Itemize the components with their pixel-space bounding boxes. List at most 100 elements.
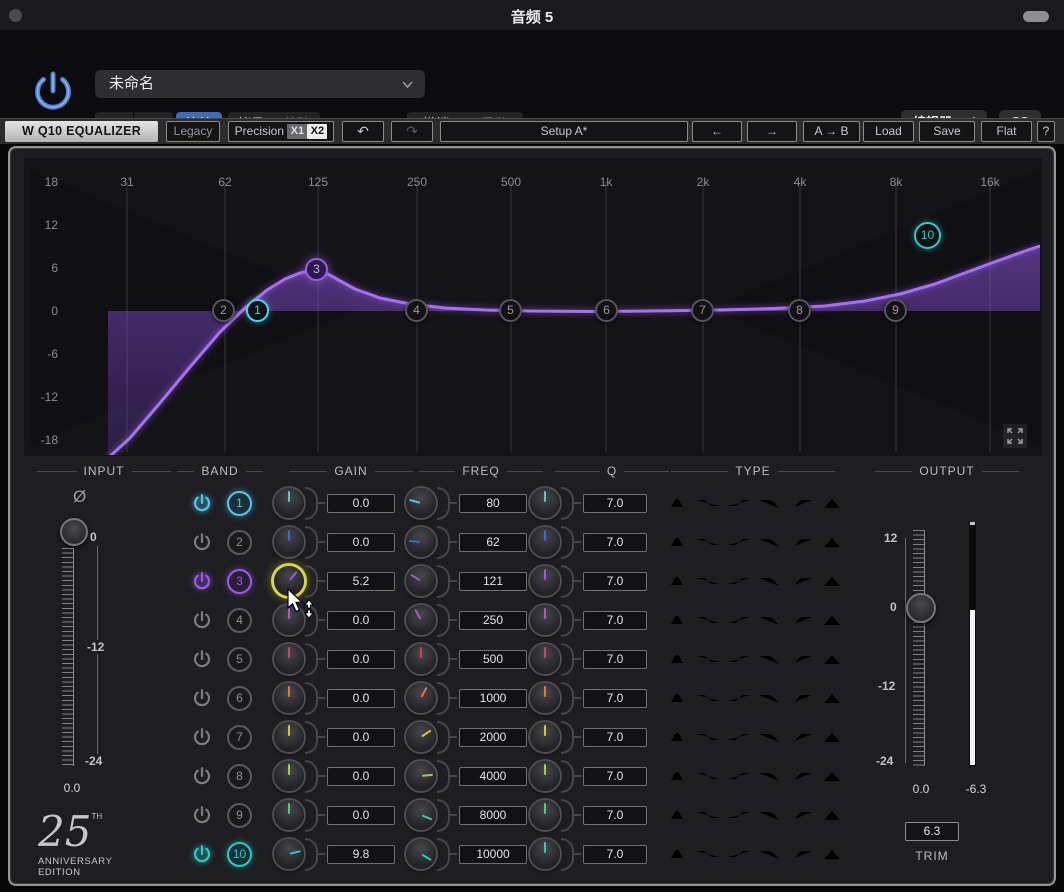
band-power-button[interactable]: [191, 726, 213, 748]
low-shelf-icon[interactable]: [696, 691, 720, 705]
high-pass-icon[interactable]: [789, 808, 813, 822]
q-value[interactable]: 7.0: [583, 650, 647, 669]
band-power-button[interactable]: [191, 648, 213, 670]
gain-knob[interactable]: [274, 527, 304, 557]
band-select-button[interactable]: 8: [227, 764, 252, 789]
low-pass-icon[interactable]: [758, 847, 782, 861]
q-knob[interactable]: [530, 644, 560, 674]
q-value[interactable]: 7.0: [583, 767, 647, 786]
gain-value[interactable]: 0.0: [327, 767, 395, 786]
freq-knob[interactable]: [406, 800, 436, 830]
band-select-button[interactable]: 1: [227, 491, 252, 516]
bell-icon[interactable]: [665, 535, 689, 549]
high-pass-icon[interactable]: [789, 496, 813, 510]
band-power-button[interactable]: [191, 687, 213, 709]
bell-icon[interactable]: [665, 691, 689, 705]
bell-icon[interactable]: [665, 769, 689, 783]
low-shelf-icon[interactable]: [696, 652, 720, 666]
setup-select[interactable]: Setup A*: [440, 121, 688, 142]
freq-knob[interactable]: [406, 527, 436, 557]
band-1-graph-handle[interactable]: 1: [246, 299, 269, 322]
next-setup-button[interactable]: →: [747, 121, 797, 142]
bell-icon[interactable]: [665, 574, 689, 588]
q-value[interactable]: 7.0: [583, 689, 647, 708]
band-select-button[interactable]: 7: [227, 725, 252, 750]
high-shelf-icon[interactable]: [727, 847, 751, 861]
redo-toolbar-button[interactable]: ↷: [391, 121, 433, 142]
load-button[interactable]: Load: [863, 121, 914, 142]
low-shelf-icon[interactable]: [696, 808, 720, 822]
high-pass-icon[interactable]: [789, 574, 813, 588]
q-knob[interactable]: [530, 839, 560, 869]
band-power-button[interactable]: [191, 843, 213, 865]
q-knob[interactable]: [530, 722, 560, 752]
band-8-graph-handle[interactable]: 8: [788, 299, 811, 322]
low-shelf-icon[interactable]: [696, 496, 720, 510]
band-select-button[interactable]: 2: [227, 530, 252, 555]
band-select-button[interactable]: 9: [227, 803, 252, 828]
prev-setup-button[interactable]: ←: [692, 121, 742, 142]
q-value[interactable]: 7.0: [583, 845, 647, 864]
bell-icon[interactable]: [665, 808, 689, 822]
bell-icon[interactable]: [665, 613, 689, 627]
low-pass-icon[interactable]: [758, 691, 782, 705]
high-shelf-icon[interactable]: [727, 769, 751, 783]
help-button[interactable]: ?: [1037, 121, 1055, 142]
flat-button[interactable]: Flat: [981, 121, 1032, 142]
low-shelf-icon[interactable]: [696, 769, 720, 783]
low-pass-icon[interactable]: [758, 808, 782, 822]
freq-value[interactable]: 80: [459, 494, 527, 513]
gain-value[interactable]: 0.0: [327, 611, 395, 630]
freq-knob[interactable]: [406, 839, 436, 869]
band-2-graph-handle[interactable]: 2: [212, 299, 235, 322]
gain-value[interactable]: 0.0: [327, 650, 395, 669]
bell-icon[interactable]: [665, 496, 689, 510]
freq-value[interactable]: 121: [459, 572, 527, 591]
gain-knob[interactable]: [274, 722, 304, 752]
band-select-button[interactable]: 10: [227, 842, 252, 867]
freq-value[interactable]: 62: [459, 533, 527, 552]
freq-value[interactable]: 10000: [459, 845, 527, 864]
bell-icon[interactable]: [665, 652, 689, 666]
low-pass-icon[interactable]: [758, 730, 782, 744]
high-pass-icon[interactable]: [789, 652, 813, 666]
band-3-graph-handle[interactable]: 3: [305, 258, 328, 281]
band-6-graph-handle[interactable]: 6: [595, 299, 618, 322]
band-10-graph-handle[interactable]: 10: [914, 222, 941, 249]
high-shelf-icon[interactable]: [727, 613, 751, 627]
gain-value[interactable]: 5.2: [327, 572, 395, 591]
gain-value[interactable]: 9.8: [327, 845, 395, 864]
q-knob[interactable]: [530, 683, 560, 713]
freq-value[interactable]: 8000: [459, 806, 527, 825]
gain-knob[interactable]: [274, 644, 304, 674]
q-knob[interactable]: [530, 605, 560, 635]
save-button[interactable]: Save: [919, 121, 975, 142]
freq-knob[interactable]: [406, 566, 436, 596]
band-4-graph-handle[interactable]: 4: [405, 299, 428, 322]
band-pass-icon[interactable]: [820, 535, 844, 549]
high-shelf-icon[interactable]: [727, 496, 751, 510]
high-pass-icon[interactable]: [789, 769, 813, 783]
band-pass-icon[interactable]: [820, 769, 844, 783]
band-pass-icon[interactable]: [820, 847, 844, 861]
low-shelf-icon[interactable]: [696, 535, 720, 549]
freq-knob[interactable]: [406, 605, 436, 635]
low-pass-icon[interactable]: [758, 613, 782, 627]
band-pass-icon[interactable]: [820, 496, 844, 510]
gain-value[interactable]: 0.0: [327, 494, 395, 513]
precision-toggle[interactable]: Precision X1X2: [228, 121, 334, 142]
band-power-button[interactable]: [191, 492, 213, 514]
band-select-button[interactable]: 5: [227, 647, 252, 672]
high-pass-icon[interactable]: [789, 691, 813, 705]
band-power-button[interactable]: [191, 531, 213, 553]
q-knob[interactable]: [530, 566, 560, 596]
q-value[interactable]: 7.0: [583, 533, 647, 552]
band-pass-icon[interactable]: [820, 652, 844, 666]
band-5-graph-handle[interactable]: 5: [499, 299, 522, 322]
legacy-button[interactable]: Legacy: [166, 121, 220, 142]
freq-knob[interactable]: [406, 722, 436, 752]
high-shelf-icon[interactable]: [727, 808, 751, 822]
low-shelf-icon[interactable]: [696, 613, 720, 627]
band-power-button[interactable]: [191, 570, 213, 592]
freq-knob[interactable]: [406, 683, 436, 713]
